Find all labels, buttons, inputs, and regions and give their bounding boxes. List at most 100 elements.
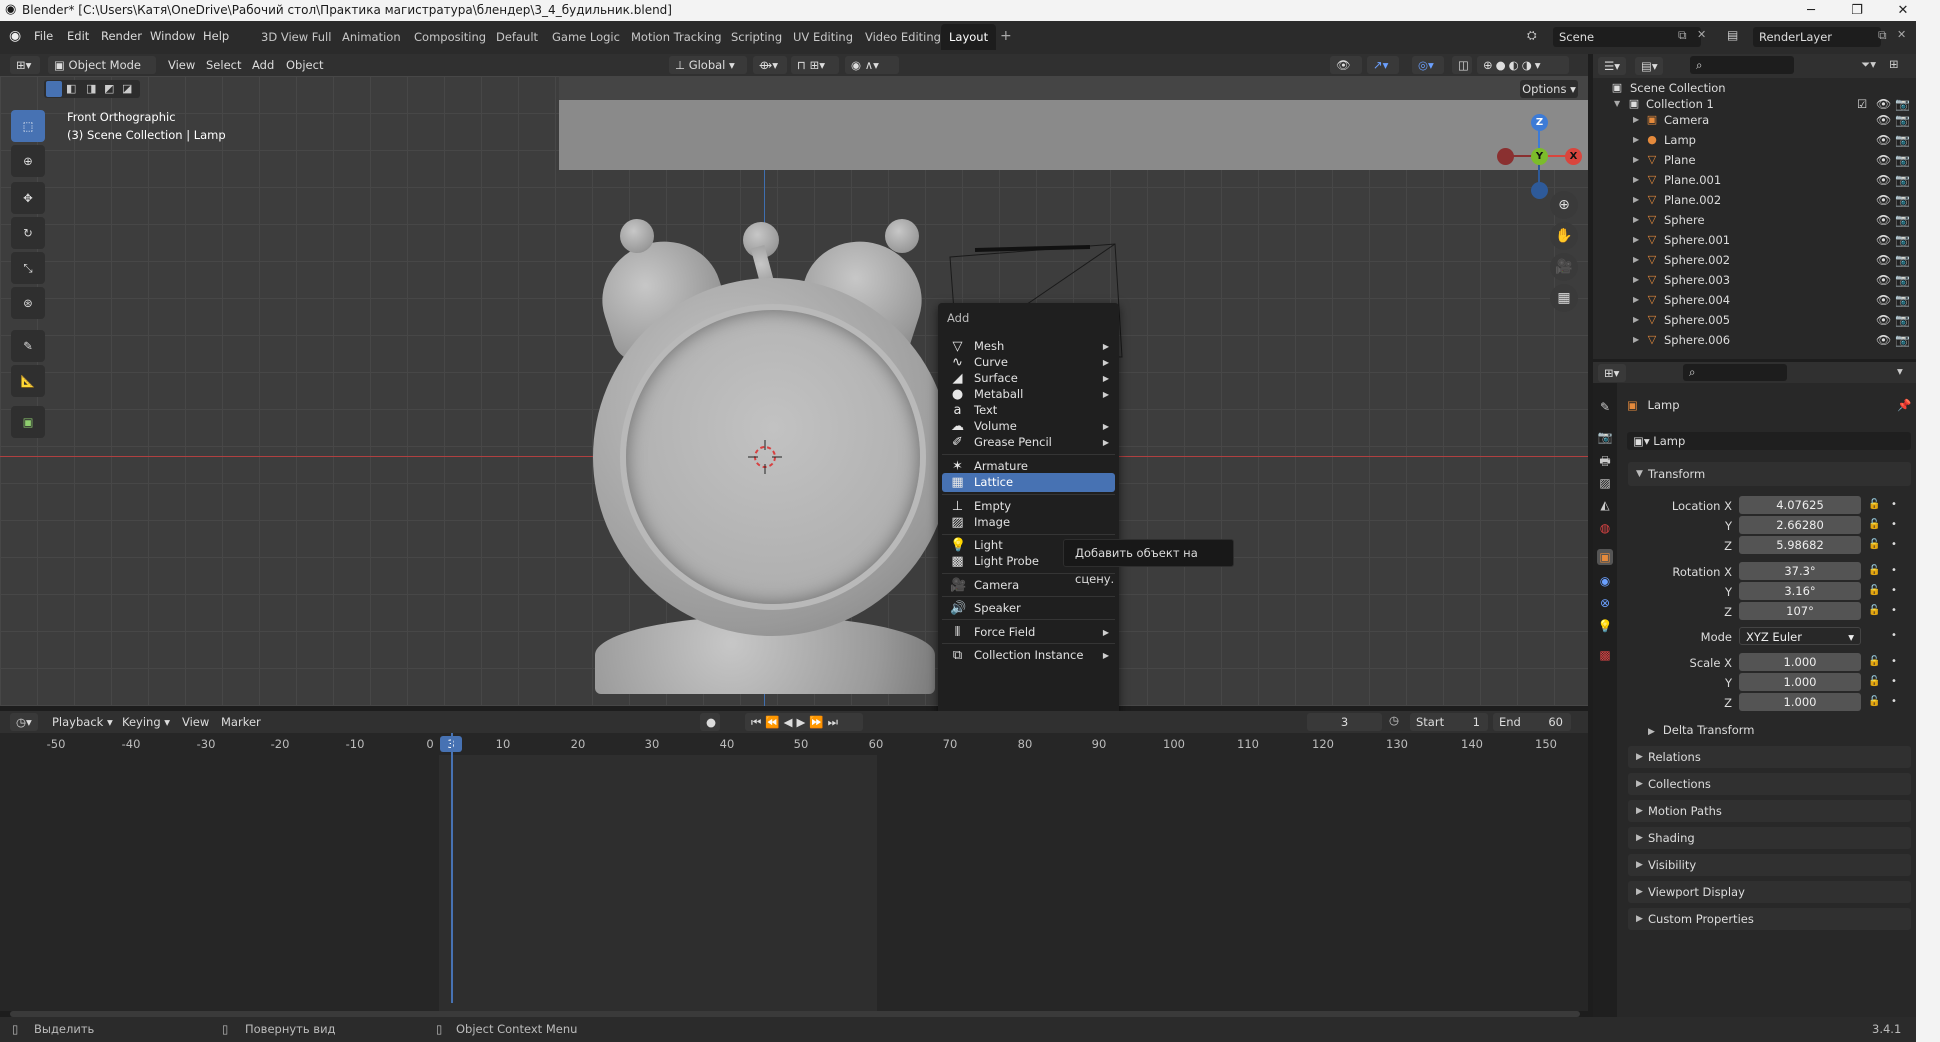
render-camera-icon[interactable]: 📷 (1895, 170, 1910, 190)
cursor-tool-icon[interactable]: ⊕ (11, 145, 45, 177)
start-frame-field[interactable]: Start 1 (1410, 713, 1488, 731)
panel-motion-paths[interactable]: ▶ Motion Paths (1628, 800, 1911, 822)
properties-type-icon[interactable]: ⊞▾ (1598, 364, 1626, 382)
outliner-type-icon[interactable]: ☰▾ (1598, 57, 1626, 75)
menu-view[interactable]: View (162, 56, 201, 74)
scale-y-field[interactable]: 1.000 (1739, 673, 1861, 691)
snap-icon[interactable]: ⊓ ⊞▾ (791, 56, 839, 74)
gizmo-toggle-icon[interactable]: ↗▾ (1367, 56, 1399, 74)
menu-add[interactable]: Add (246, 56, 280, 74)
view-layer-icon[interactable]: ▤ (1727, 28, 1738, 42)
output-tab-icon[interactable]: 🖶 (1597, 453, 1613, 469)
tab-video-editing[interactable]: Video Editing (857, 24, 949, 50)
keyframe-dot[interactable]: • (1891, 539, 1897, 550)
constraints-tab-icon[interactable]: ⊗ (1597, 595, 1613, 611)
eye-icon[interactable]: 👁 (1876, 210, 1891, 230)
keyframe-dot[interactable]: • (1891, 696, 1897, 707)
menu-object[interactable]: Object (280, 56, 329, 74)
select-invert-icon[interactable]: ◩ (104, 82, 114, 95)
minimize-icon[interactable]: ─ (1788, 0, 1834, 21)
display-mode-icon[interactable]: ▤▾ (1635, 57, 1663, 75)
orientation-dropdown[interactable]: ⊥ Global ▾ (669, 56, 747, 74)
add-menu-force-field[interactable]: ⫴ Force Field ▶ (942, 623, 1115, 642)
eye-icon[interactable]: 👁 (1876, 230, 1891, 250)
pin-icon[interactable]: 📌 (1897, 398, 1911, 412)
outliner-row-object[interactable]: ▶ ▽ Plane.002 👁 📷 (1593, 190, 1916, 210)
lock-icon[interactable]: 🔓 (1868, 676, 1880, 687)
outliner-row-object[interactable]: ▶ ▽ Sphere.004 👁 📷 (1593, 290, 1916, 310)
add-workspace-icon[interactable]: + (1000, 28, 1012, 44)
render-camera-icon[interactable]: 📷 (1895, 150, 1910, 170)
panel-visibility[interactable]: ▶ Visibility (1628, 854, 1911, 876)
end-frame-field[interactable]: End 60 (1493, 713, 1571, 731)
move-tool-icon[interactable]: ✥ (11, 182, 45, 214)
render-camera-icon[interactable]: 📷 (1895, 310, 1910, 330)
select-extend-icon[interactable]: ◧ (66, 82, 76, 95)
eye-icon[interactable]: 👁 (1876, 170, 1891, 190)
new-collection-icon[interactable]: ⊞ (1889, 57, 1899, 71)
world-tab-icon[interactable]: ◍ (1597, 520, 1613, 536)
view-layer-tab-icon[interactable]: ▨ (1597, 475, 1613, 491)
eye-icon[interactable]: 👁 (1876, 190, 1891, 210)
close-icon[interactable]: ✕ (1880, 0, 1926, 21)
lock-icon[interactable]: 🔓 (1868, 539, 1880, 550)
outliner-row-object[interactable]: ▶ ▽ Sphere.003 👁 📷 (1593, 270, 1916, 290)
expand-icon[interactable]: ▶ (1633, 150, 1639, 170)
render-camera-icon[interactable]: 📷 (1895, 190, 1910, 210)
tab-3d-view-full[interactable]: 3D View Full (253, 24, 339, 50)
zoom-icon[interactable]: ⊕ (1550, 191, 1578, 219)
xray-icon[interactable]: ◫ (1452, 56, 1472, 74)
outliner-row-object[interactable]: ▶ ● Lamp 👁 📷 (1593, 130, 1916, 150)
menu-window[interactable]: Window (150, 29, 195, 43)
panel-relations[interactable]: ▶ Relations (1628, 746, 1911, 768)
playhead-line[interactable] (451, 733, 453, 1003)
outliner-row-object[interactable]: ▶ ▽ Plane.001 👁 📷 (1593, 170, 1916, 190)
overlay-toggle-icon[interactable]: ◎▾ (1412, 56, 1444, 74)
expand-icon[interactable]: ▶ (1633, 290, 1639, 310)
gizmo-z[interactable]: Z (1531, 114, 1548, 131)
lock-icon[interactable]: 🔓 (1868, 605, 1880, 616)
filter-icon[interactable]: ⏷▾ (1861, 57, 1876, 72)
add-menu-collection-instance[interactable]: ⧉ Collection Instance ▶ (942, 646, 1115, 665)
expand-icon[interactable]: ▶ (1633, 270, 1639, 290)
keyframe-dot[interactable]: • (1891, 630, 1897, 641)
delete-view-layer-icon[interactable]: ✕ (1897, 28, 1906, 41)
shading-modes-icon[interactable]: ⊕●◐◑▾ (1477, 56, 1569, 74)
tab-default[interactable]: Default (488, 24, 546, 50)
eye-icon[interactable]: 👁 (1876, 290, 1891, 310)
eye-icon[interactable]: 👁 (1876, 130, 1891, 150)
keyframe-dot[interactable]: • (1891, 499, 1897, 510)
render-camera-icon[interactable]: 📷 (1895, 250, 1910, 270)
expand-icon[interactable]: ▶ (1633, 110, 1639, 130)
pan-hand-icon[interactable]: ✋ (1550, 222, 1578, 250)
tab-layout[interactable]: Layout (941, 24, 997, 50)
render-camera-icon[interactable]: 📷 (1895, 210, 1910, 230)
object-mode-dropdown[interactable]: ▣ Object Mode ▾ (48, 56, 156, 90)
scale-z-field[interactable]: 1.000 (1739, 693, 1861, 711)
menu-marker[interactable]: Marker (215, 713, 267, 731)
outliner-row-object[interactable]: ▶ ▽ Sphere.001 👁 📷 (1593, 230, 1916, 250)
keyframe-dot[interactable]: • (1891, 676, 1897, 687)
transform-panel-header[interactable]: ▼ Transform (1628, 462, 1911, 486)
outliner-row-object[interactable]: ▶ ▣ Camera 👁 📷 (1593, 110, 1916, 130)
transform-tool-icon[interactable]: ⊛ (11, 287, 45, 319)
eye-icon[interactable]: 👁 (1876, 270, 1891, 290)
add-menu-image[interactable]: ▨ Image (942, 513, 1115, 532)
lock-icon[interactable]: 🔓 (1868, 656, 1880, 667)
panel-shading[interactable]: ▶ Shading (1628, 827, 1911, 849)
lock-icon[interactable]: 🔓 (1868, 565, 1880, 576)
gizmo-y[interactable]: Y (1531, 148, 1548, 165)
eye-icon[interactable]: 👁 (1876, 310, 1891, 330)
tool-tab-icon[interactable]: ✎ (1597, 399, 1613, 415)
render-camera-icon[interactable]: 📷 (1895, 130, 1910, 150)
rotation-y-field[interactable]: 3.16° (1739, 582, 1861, 600)
new-scene-icon[interactable]: ⧉ (1678, 28, 1687, 43)
expand-icon[interactable]: ▶ (1633, 170, 1639, 190)
tab-animation[interactable]: Animation (334, 24, 409, 50)
select-new-icon[interactable] (46, 81, 62, 97)
eye-icon[interactable]: 👁 (1876, 150, 1891, 170)
outliner-row-object[interactable]: ▶ ▽ Sphere 👁 📷 (1593, 210, 1916, 230)
rotation-x-field[interactable]: 37.3° (1739, 562, 1861, 580)
expand-icon[interactable]: ▶ (1633, 210, 1639, 230)
tab-motion-tracking[interactable]: Motion Tracking (623, 24, 730, 50)
